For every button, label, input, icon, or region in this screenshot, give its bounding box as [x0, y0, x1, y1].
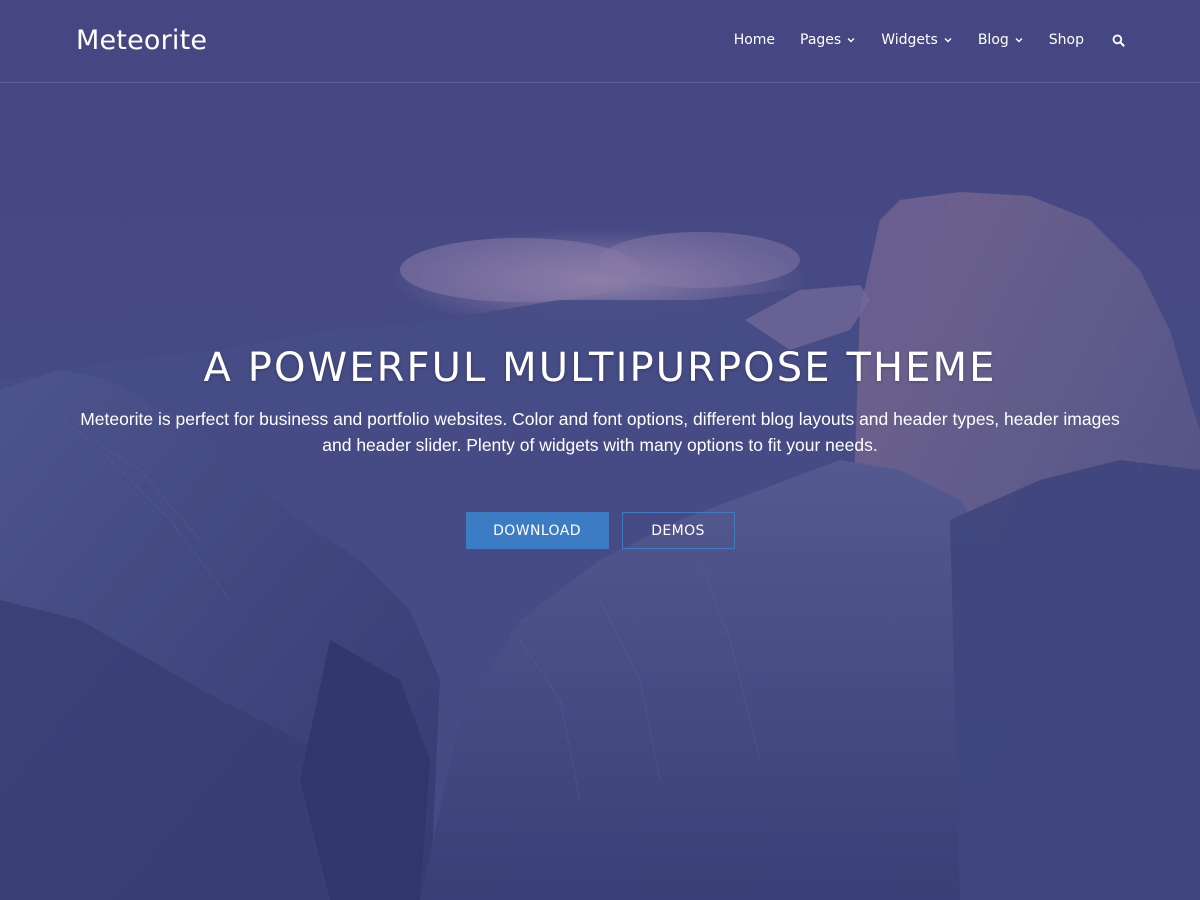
chevron-down-icon: [1015, 38, 1023, 43]
nav-item-pages[interactable]: Pages: [800, 29, 856, 51]
demos-button[interactable]: DEMOS: [621, 512, 735, 549]
chevron-down-icon: [847, 38, 855, 43]
nav-item-label: Home: [733, 32, 776, 48]
site-title[interactable]: Meteorite: [76, 24, 207, 58]
hero-description: Meteorite is perfect for business and po…: [80, 409, 1120, 455]
nav-item-shop[interactable]: Shop: [1049, 29, 1084, 51]
hero-buttons: DOWNLOAD DEMOS: [0, 512, 1200, 549]
hero-title: A POWERFUL MULTIPURPOSE THEME: [203, 345, 997, 391]
nav-item-widgets[interactable]: Widgets: [881, 29, 953, 51]
nav-item-label: Widgets: [881, 32, 938, 48]
nav-item-home[interactable]: Home: [734, 29, 775, 51]
nav-item-blog[interactable]: Blog: [978, 29, 1024, 51]
chevron-down-icon: [944, 38, 952, 43]
search-button[interactable]: [1110, 32, 1126, 48]
nav-item-label: Pages: [800, 32, 842, 48]
search-icon: [1112, 34, 1125, 47]
main-navigation: Home Pages Widgets Blog Shop: [734, 29, 1126, 51]
nav-item-label: Blog: [977, 32, 1009, 48]
download-button[interactable]: DOWNLOAD: [465, 512, 609, 549]
hero-section: A POWERFUL MULTIPURPOSE THEME Meteorite …: [0, 340, 1200, 549]
nav-item-label: Shop: [1048, 32, 1084, 48]
site-header: Meteorite Home Pages Widgets Blog Shop: [0, 0, 1200, 83]
